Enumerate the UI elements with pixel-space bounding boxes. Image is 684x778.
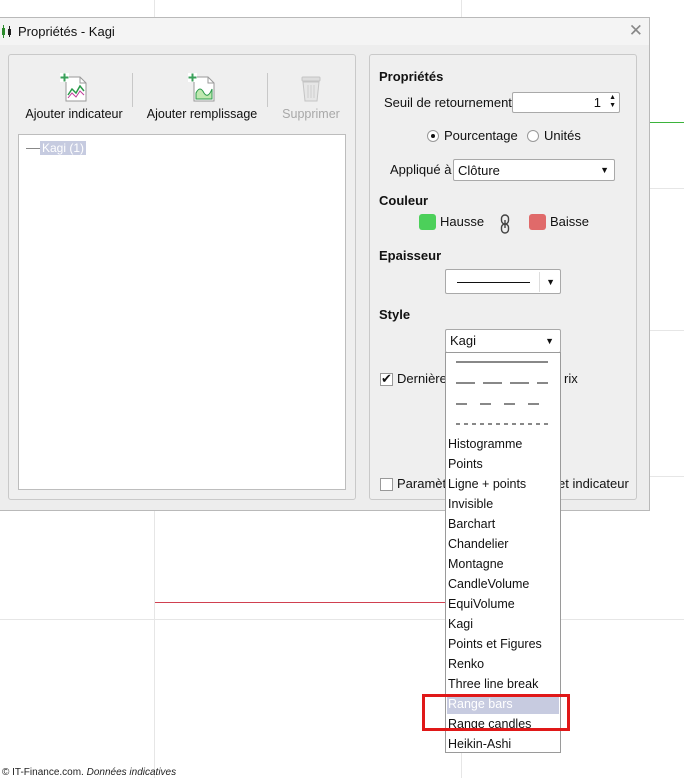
dropdown-option[interactable]: Range candles: [447, 714, 559, 734]
radio-units[interactable]: Unités: [527, 128, 581, 143]
style-value: Kagi: [450, 333, 477, 348]
applied-to-label: Appliqué à: [390, 162, 452, 177]
down-color-swatch[interactable]: [529, 214, 546, 230]
radio-units-label: Unités: [544, 128, 581, 143]
add-fill-label: Ajouter remplissage: [146, 107, 258, 121]
candlestick-icon: [2, 25, 11, 38]
dropdown-option[interactable]: Renko: [447, 654, 559, 674]
chart-series-line-red: [155, 602, 450, 603]
line-style-solid[interactable]: [456, 361, 548, 363]
chevron-down-icon: ▼: [600, 165, 609, 175]
threshold-label: Seuil de retournement: [384, 95, 512, 110]
threshold-value: 1: [593, 95, 601, 110]
radio-percentage[interactable]: Pourcentage: [427, 128, 518, 143]
delete-label: Supprimer: [282, 107, 340, 121]
line-style-dotted[interactable]: [456, 423, 548, 425]
add-indicator-button[interactable]: Ajouter indicateur: [24, 73, 124, 121]
dropdown-option[interactable]: Points: [447, 454, 559, 474]
line-style-dash[interactable]: [456, 403, 548, 405]
dropdown-option[interactable]: Range bars: [447, 694, 559, 714]
dropdown-option[interactable]: Heikin-Ashi: [447, 734, 559, 754]
link-icon[interactable]: [500, 214, 510, 234]
params-label-end: et indicateur: [558, 476, 629, 491]
dropdown-option[interactable]: Barchart: [447, 514, 559, 534]
dropdown-option[interactable]: Kagi: [447, 614, 559, 634]
style-heading: Style: [379, 307, 411, 322]
dropdown-option[interactable]: Ligne + points: [447, 474, 559, 494]
last-price-label-end: rix: [564, 371, 578, 386]
dropdown-option[interactable]: Points et Figures: [447, 634, 559, 654]
dropdown-option[interactable]: Montagne: [447, 554, 559, 574]
applied-to-value: Clôture: [458, 163, 500, 178]
params-label: Paramèt: [397, 476, 447, 491]
applied-to-select[interactable]: Clôture ▼: [453, 159, 615, 181]
indicator-panel: Ajouter indicateur Ajouter remplissage S…: [8, 54, 356, 500]
dropdown-option[interactable]: CandleVolume: [447, 574, 559, 594]
footer: © IT-Finance.com. Données indicatives: [2, 767, 176, 778]
toolbar-separator: [132, 73, 133, 107]
dropdown-option[interactable]: Histogramme: [447, 434, 559, 454]
up-color-label: Hausse: [440, 214, 485, 229]
spinner-arrows-icon[interactable]: ▲ ▼: [609, 94, 616, 110]
tree-connector: [26, 147, 40, 149]
line-thickness-preview: [457, 282, 530, 283]
indicator-tree: Kagi (1): [18, 134, 346, 490]
trash-icon: [301, 76, 321, 102]
add-indicator-label: Ajouter indicateur: [25, 107, 123, 121]
dropdown-option[interactable]: Invisible: [447, 494, 559, 514]
chevron-down-icon: ▼: [546, 277, 555, 287]
tree-item-label: Kagi (1): [40, 141, 87, 155]
add-indicator-icon: [60, 73, 87, 102]
radio-dot-icon: [427, 129, 439, 142]
radio-dot-icon: [527, 129, 539, 142]
thickness-heading: Epaisseur: [379, 248, 442, 263]
dropdown-option[interactable]: Chandelier: [447, 534, 559, 554]
footer-note: Données indicatives: [86, 767, 177, 778]
chart-series-line-green: [650, 122, 684, 123]
tree-item[interactable]: Kagi (1): [26, 141, 87, 155]
close-icon[interactable]: ✕: [629, 21, 643, 41]
line-style-long-dash[interactable]: [456, 382, 548, 384]
radio-percentage-label: Pourcentage: [444, 128, 518, 143]
threshold-spinner[interactable]: 1 ▲ ▼: [512, 92, 620, 113]
last-price-label: Dernière: [397, 371, 447, 386]
delete-button[interactable]: Supprimer: [280, 73, 342, 121]
add-fill-button[interactable]: Ajouter remplissage: [146, 73, 258, 121]
down-color-label: Baisse: [550, 214, 590, 229]
style-dropdown-list: Histogramme Points Ligne + points Invisible…: [445, 352, 561, 753]
dropdown-option[interactable]: Three line break: [447, 674, 559, 694]
chart-gridline: [0, 619, 684, 620]
add-fill-icon: [188, 73, 215, 102]
color-heading: Couleur: [379, 193, 429, 208]
toolbar-separator: [267, 73, 268, 107]
footer-copyright: © IT-Finance.com.: [2, 767, 84, 778]
dialog-title: Propriétés - Kagi: [18, 24, 115, 39]
dialog-titlebar[interactable]: Propriétés - Kagi ✕: [0, 18, 649, 45]
params-checkbox[interactable]: [380, 478, 393, 491]
dropdown-option[interactable]: EquiVolume: [447, 594, 559, 614]
dropdown-toggle[interactable]: ▼: [539, 272, 560, 292]
properties-heading: Propriétés: [379, 69, 444, 84]
up-color-swatch[interactable]: [419, 214, 436, 230]
style-select[interactable]: Kagi ▼: [445, 329, 561, 353]
thickness-select[interactable]: ▼: [445, 269, 561, 294]
chevron-down-icon: ▼: [545, 336, 554, 346]
last-price-checkbox[interactable]: [380, 371, 393, 387]
